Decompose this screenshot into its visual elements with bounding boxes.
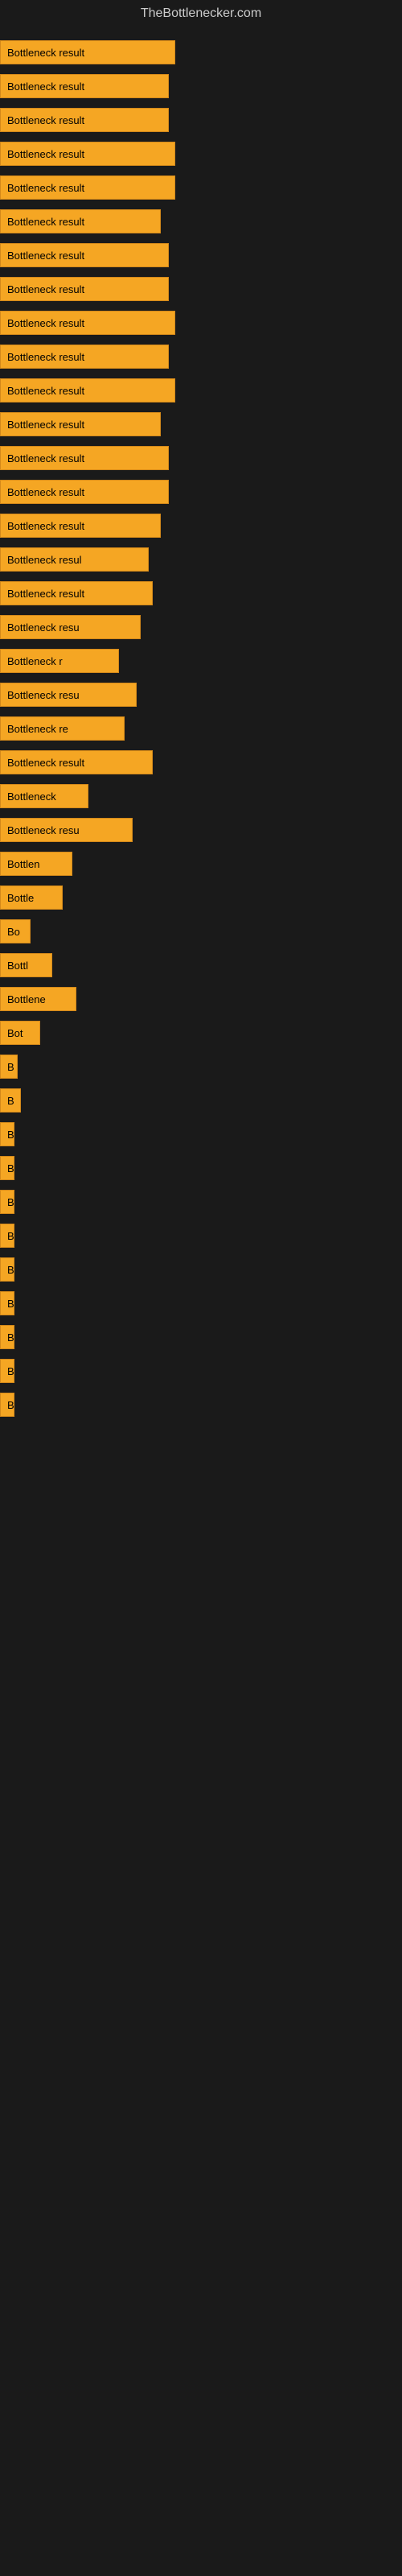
bar-row: Bottle: [0, 881, 402, 914]
bottleneck-bar[interactable]: Bottleneck result: [0, 40, 175, 64]
bar-row: Bottleneck result: [0, 441, 402, 475]
bottleneck-bar[interactable]: Bottleneck result: [0, 345, 169, 369]
bars-container: Bottleneck result Bottleneck result Bottle…: [0, 27, 402, 1430]
bottleneck-bar[interactable]: B: [0, 1055, 18, 1079]
bar-row: Bottleneck result: [0, 103, 402, 137]
bottleneck-bar[interactable]: Bottleneck result: [0, 175, 175, 200]
bottleneck-bar[interactable]: Bottleneck result: [0, 311, 175, 335]
bottleneck-bar[interactable]: Bottleneck resu: [0, 683, 137, 707]
bottleneck-bar[interactable]: Bottleneck result: [0, 480, 169, 504]
bottleneck-bar[interactable]: Bottleneck r: [0, 649, 119, 673]
bottleneck-bar[interactable]: Bottleneck result: [0, 209, 161, 233]
bar-row: Bot: [0, 1016, 402, 1050]
bar-row: Bo: [0, 914, 402, 948]
bar-row: Bottleneck result: [0, 306, 402, 340]
bottleneck-bar[interactable]: B: [0, 1359, 14, 1383]
bottleneck-bar[interactable]: B: [0, 1325, 14, 1349]
bar-row: B: [0, 1286, 402, 1320]
bottleneck-bar[interactable]: B: [0, 1291, 14, 1315]
bar-row: B: [0, 1219, 402, 1253]
bottleneck-bar[interactable]: Bottleneck result: [0, 74, 169, 98]
bar-row: Bottleneck resu: [0, 678, 402, 712]
bar-row: Bottleneck result: [0, 272, 402, 306]
bar-row: Bottleneck result: [0, 35, 402, 69]
bottleneck-bar[interactable]: Bottlen: [0, 852, 72, 876]
bottleneck-bar[interactable]: Bottleneck result: [0, 581, 153, 605]
bar-row: Bottleneck resu: [0, 813, 402, 847]
bottleneck-bar[interactable]: Bottl: [0, 953, 52, 977]
bottleneck-bar[interactable]: Bo: [0, 919, 31, 943]
bottleneck-bar[interactable]: Bottleneck resul: [0, 547, 149, 572]
bar-row: B: [0, 1185, 402, 1219]
bottleneck-bar[interactable]: Bottleneck result: [0, 108, 169, 132]
bar-row: Bottlene: [0, 982, 402, 1016]
site-title: TheBottlenecker.com: [0, 0, 402, 27]
bar-row: B: [0, 1320, 402, 1354]
bottleneck-bar[interactable]: Bottleneck resu: [0, 615, 141, 639]
bar-row: Bottleneck result: [0, 340, 402, 374]
bottleneck-bar[interactable]: B: [0, 1224, 14, 1248]
bar-row: Bottleneck result: [0, 204, 402, 238]
bottleneck-bar[interactable]: Bottleneck result: [0, 446, 169, 470]
bar-row: Bottleneck result: [0, 238, 402, 272]
bar-row: Bottlen: [0, 847, 402, 881]
bar-row: Bottleneck result: [0, 509, 402, 543]
bottleneck-bar[interactable]: B: [0, 1190, 14, 1214]
bar-row: Bottleneck result: [0, 407, 402, 441]
bar-row: Bottleneck result: [0, 137, 402, 171]
bar-row: Bottleneck resul: [0, 543, 402, 576]
bar-row: B: [0, 1388, 402, 1422]
bottleneck-bar[interactable]: Bottlene: [0, 987, 76, 1011]
bar-row: Bottleneck: [0, 779, 402, 813]
bar-row: Bottleneck r: [0, 644, 402, 678]
bottleneck-bar[interactable]: Bottleneck result: [0, 514, 161, 538]
bar-row: Bottleneck result: [0, 171, 402, 204]
bottleneck-bar[interactable]: Bot: [0, 1021, 40, 1045]
bar-row: Bottleneck re: [0, 712, 402, 745]
bar-row: B: [0, 1050, 402, 1084]
bottleneck-bar[interactable]: Bottle: [0, 886, 63, 910]
bottleneck-bar[interactable]: B: [0, 1122, 14, 1146]
bottleneck-bar[interactable]: Bottleneck result: [0, 750, 153, 774]
bar-row: B: [0, 1084, 402, 1117]
bottleneck-bar[interactable]: Bottleneck result: [0, 277, 169, 301]
bar-row: Bottleneck result: [0, 745, 402, 779]
bottleneck-bar[interactable]: Bottleneck: [0, 784, 88, 808]
bar-row: B: [0, 1151, 402, 1185]
bottleneck-bar[interactable]: Bottleneck result: [0, 243, 169, 267]
bottleneck-bar[interactable]: Bottleneck re: [0, 716, 125, 741]
bottleneck-bar[interactable]: Bottleneck result: [0, 378, 175, 402]
bar-row: B: [0, 1354, 402, 1388]
bar-row: Bottleneck result: [0, 69, 402, 103]
bottleneck-bar[interactable]: B: [0, 1088, 21, 1113]
bottleneck-bar[interactable]: Bottleneck result: [0, 412, 161, 436]
bottleneck-bar[interactable]: B: [0, 1393, 14, 1417]
bar-row: Bottleneck result: [0, 374, 402, 407]
bottleneck-bar[interactable]: Bottleneck result: [0, 142, 175, 166]
bottleneck-bar[interactable]: B: [0, 1257, 14, 1282]
bottleneck-bar[interactable]: Bottleneck resu: [0, 818, 133, 842]
bar-row: B: [0, 1253, 402, 1286]
bar-row: B: [0, 1117, 402, 1151]
bar-row: Bottleneck result: [0, 475, 402, 509]
bar-row: Bottleneck resu: [0, 610, 402, 644]
bottleneck-bar[interactable]: B: [0, 1156, 14, 1180]
bar-row: Bottl: [0, 948, 402, 982]
bar-row: Bottleneck result: [0, 576, 402, 610]
